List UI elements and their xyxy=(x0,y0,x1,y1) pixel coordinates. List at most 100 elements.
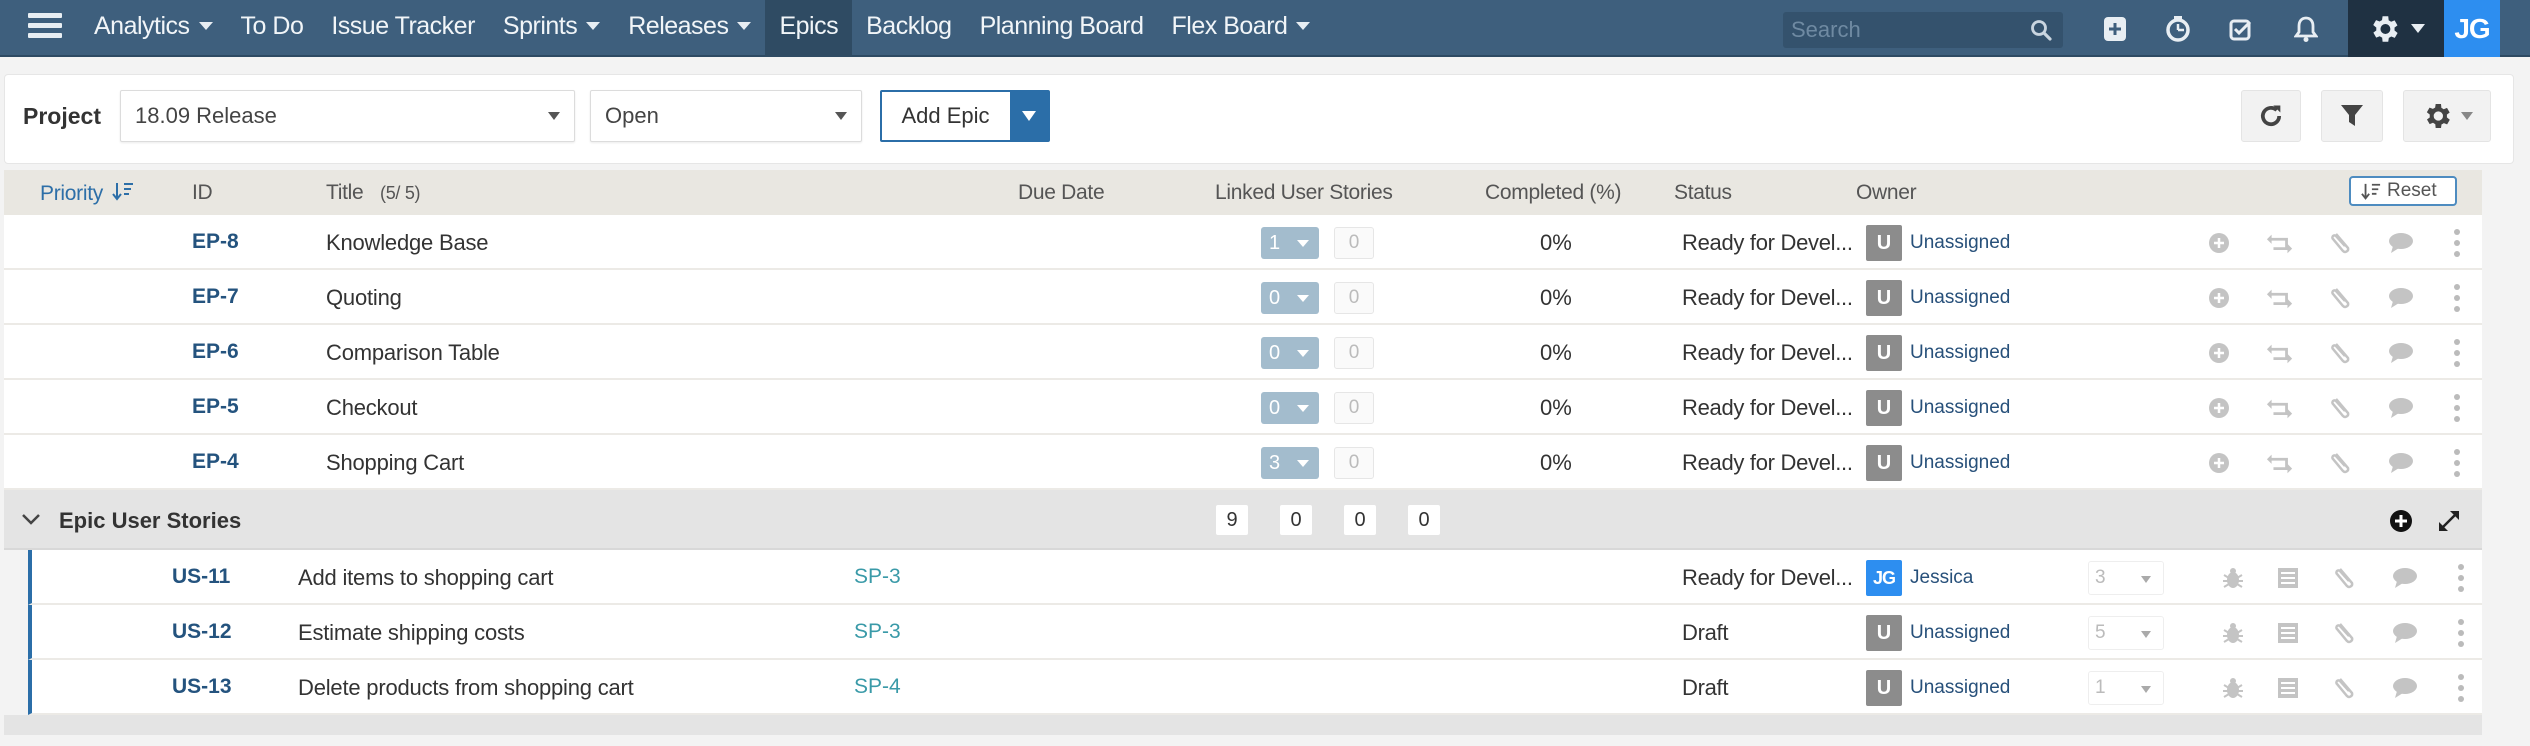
column-header-title[interactable]: Title (5/ 5) xyxy=(326,181,421,205)
story-points-select[interactable]: 5 xyxy=(2088,616,2164,650)
bug-icon[interactable] xyxy=(2219,564,2247,592)
epic-row[interactable]: EP-7 Quoting 0 0 0% Ready for Devel... U… xyxy=(4,270,2482,325)
user-story-row[interactable]: US-13 Delete products from shopping cart… xyxy=(28,660,2482,715)
add-circle-icon[interactable] xyxy=(2205,229,2233,257)
nav-item-to-do[interactable]: To Do xyxy=(227,0,318,57)
status-text[interactable]: Ready for Devel... xyxy=(1682,395,1853,421)
owner-link[interactable]: Unassigned xyxy=(1910,397,2010,419)
sprint-link[interactable]: SP-4 xyxy=(854,675,901,699)
status-text[interactable]: Ready for Devel... xyxy=(1682,285,1853,311)
status-filter-select[interactable]: Open xyxy=(590,90,862,142)
epic-id-link[interactable]: EP-7 xyxy=(192,285,239,309)
story-title[interactable]: Delete products from shopping cart xyxy=(298,675,634,701)
owner-link[interactable]: Unassigned xyxy=(1910,342,2010,364)
epic-row[interactable]: EP-8 Knowledge Base 1 0 0% Ready for Dev… xyxy=(4,215,2482,270)
notifications-bell-icon[interactable] xyxy=(2289,12,2323,46)
linked-stories-dropdown[interactable]: 3 xyxy=(1261,447,1319,479)
column-header-completed[interactable]: Completed (%) xyxy=(1485,181,1621,205)
nav-item-releases[interactable]: Releases xyxy=(614,0,765,57)
attachment-icon[interactable] xyxy=(2327,229,2355,257)
more-options-icon[interactable] xyxy=(2443,229,2471,257)
linked-stories-dropdown[interactable]: 0 xyxy=(1261,282,1319,314)
user-avatar[interactable]: JG xyxy=(2444,0,2500,57)
settings-menu-button[interactable] xyxy=(2348,0,2444,57)
nav-item-issue-tracker[interactable]: Issue Tracker xyxy=(317,0,489,57)
more-options-icon[interactable] xyxy=(2443,394,2471,422)
linked-stories-dropdown[interactable]: 0 xyxy=(1261,337,1319,369)
comment-icon[interactable] xyxy=(2391,564,2419,592)
add-item-icon[interactable] xyxy=(2098,12,2132,46)
nav-item-backlog[interactable]: Backlog xyxy=(852,0,965,57)
story-id-link[interactable]: US-12 xyxy=(172,620,232,644)
comment-icon[interactable] xyxy=(2391,619,2419,647)
search-input[interactable] xyxy=(1783,12,2023,48)
epic-title[interactable]: Quoting xyxy=(326,285,402,311)
epic-id-link[interactable]: EP-4 xyxy=(192,450,239,474)
add-circle-icon[interactable] xyxy=(2205,339,2233,367)
comment-icon[interactable] xyxy=(2387,284,2415,312)
linked-stories-dropdown[interactable]: 1 xyxy=(1261,227,1319,259)
status-text[interactable]: Ready for Devel... xyxy=(1682,565,1853,591)
owner-link[interactable]: Unassigned xyxy=(1910,287,2010,309)
tasks-icon[interactable] xyxy=(2274,674,2302,702)
checklist-icon[interactable] xyxy=(2224,12,2258,46)
epic-id-link[interactable]: EP-5 xyxy=(192,395,239,419)
add-circle-icon[interactable] xyxy=(2205,284,2233,312)
status-text[interactable]: Ready for Devel... xyxy=(1682,340,1853,366)
user-story-row[interactable]: US-12 Estimate shipping costs SP-3 Draft… xyxy=(28,605,2482,660)
owner-link[interactable]: Unassigned xyxy=(1910,232,2010,254)
column-header-linked-user-stories[interactable]: Linked User Stories xyxy=(1215,181,1393,205)
story-id-link[interactable]: US-13 xyxy=(172,675,232,699)
bug-icon[interactable] xyxy=(2219,674,2247,702)
tasks-icon[interactable] xyxy=(2274,619,2302,647)
epic-row[interactable]: EP-6 Comparison Table 0 0 0% Ready for D… xyxy=(4,325,2482,380)
column-header-priority[interactable]: Priority xyxy=(40,181,134,206)
convert-icon[interactable] xyxy=(2266,449,2294,477)
nav-item-planning-board[interactable]: Planning Board xyxy=(966,0,1158,57)
refresh-button[interactable] xyxy=(2241,90,2301,142)
epic-title[interactable]: Knowledge Base xyxy=(326,230,489,256)
comment-icon[interactable] xyxy=(2387,394,2415,422)
chevron-down-icon[interactable] xyxy=(20,508,42,530)
expand-icon[interactable] xyxy=(2436,508,2462,534)
user-story-row[interactable]: US-11 Add items to shopping cart SP-3 Re… xyxy=(28,550,2482,605)
attachment-icon[interactable] xyxy=(2331,564,2359,592)
attachment-icon[interactable] xyxy=(2331,619,2359,647)
filter-button[interactable] xyxy=(2321,90,2383,142)
comment-icon[interactable] xyxy=(2387,339,2415,367)
story-id-link[interactable]: US-11 xyxy=(172,565,230,589)
owner-link[interactable]: Jessica xyxy=(1910,567,1973,589)
nav-item-flex-board[interactable]: Flex Board xyxy=(1158,0,1325,57)
bug-icon[interactable] xyxy=(2219,619,2247,647)
attachment-icon[interactable] xyxy=(2327,394,2355,422)
status-text[interactable]: Draft xyxy=(1682,675,1728,701)
linked-stories-dropdown[interactable]: 0 xyxy=(1261,392,1319,424)
timer-icon[interactable] xyxy=(2161,12,2195,46)
tasks-icon[interactable] xyxy=(2274,564,2302,592)
more-options-icon[interactable] xyxy=(2447,674,2475,702)
owner-link[interactable]: Unassigned xyxy=(1910,452,2010,474)
comment-icon[interactable] xyxy=(2391,674,2419,702)
attachment-icon[interactable] xyxy=(2331,674,2359,702)
attachment-icon[interactable] xyxy=(2327,449,2355,477)
convert-icon[interactable] xyxy=(2266,339,2294,367)
hamburger-menu-icon[interactable] xyxy=(28,13,62,43)
convert-icon[interactable] xyxy=(2266,229,2294,257)
column-header-id[interactable]: ID xyxy=(192,181,213,205)
status-text[interactable]: Ready for Devel... xyxy=(1682,230,1853,256)
more-options-icon[interactable] xyxy=(2443,339,2471,367)
epic-id-link[interactable]: EP-6 xyxy=(192,340,239,364)
story-title[interactable]: Estimate shipping costs xyxy=(298,620,525,646)
nav-item-epics[interactable]: Epics xyxy=(765,0,853,57)
column-header-status[interactable]: Status xyxy=(1674,181,1732,205)
table-settings-button[interactable] xyxy=(2403,90,2491,142)
nav-item-analytics[interactable]: Analytics xyxy=(80,0,227,57)
comment-icon[interactable] xyxy=(2387,449,2415,477)
epic-title[interactable]: Checkout xyxy=(326,395,418,421)
more-options-icon[interactable] xyxy=(2443,449,2471,477)
story-points-select[interactable]: 3 xyxy=(2088,561,2164,595)
epic-title[interactable]: Comparison Table xyxy=(326,340,500,366)
add-epic-button[interactable]: Add Epic xyxy=(882,92,1009,140)
attachment-icon[interactable] xyxy=(2327,339,2355,367)
column-header-owner[interactable]: Owner xyxy=(1856,181,1917,205)
